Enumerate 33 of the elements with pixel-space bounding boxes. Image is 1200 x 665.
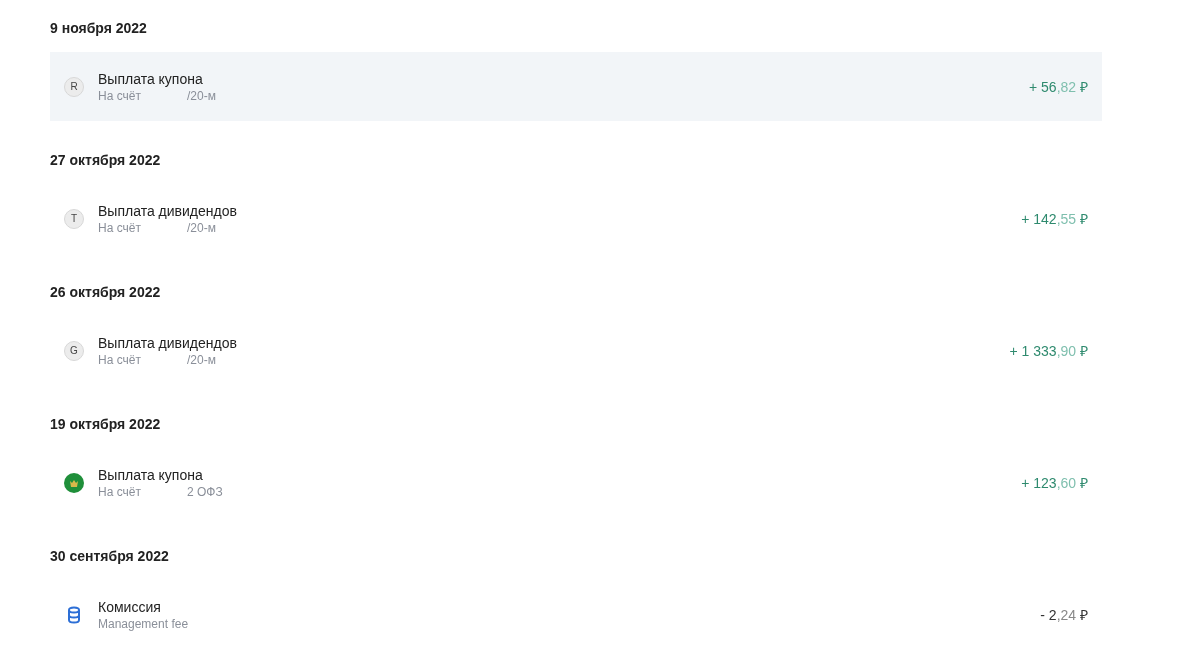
operation-row[interactable]: R Выплата купона На счёт /20-м + 56,82 ₽: [50, 52, 1102, 121]
account-label: /20-м: [186, 352, 216, 367]
operation-title: Комиссия: [98, 598, 162, 615]
operation-title: Выплата купона: [98, 70, 204, 87]
date-heading: 19 октября 2022: [50, 415, 162, 434]
avatar-letter: T: [64, 208, 84, 229]
amount: + 56,82 ₽: [1029, 78, 1088, 96]
account-label: На счёт: [98, 484, 141, 499]
amount: + 123,60 ₽: [1021, 474, 1088, 492]
account-label: /20-м: [186, 88, 216, 103]
amount: + 142,55 ₽: [1021, 210, 1088, 228]
amount: + 1 333,90 ₽: [1009, 342, 1088, 360]
avatar-letter: G: [64, 340, 84, 361]
date-heading: 27 октября 2022: [50, 151, 162, 170]
date-heading: 9 ноября 2022: [50, 19, 148, 38]
amount: - 2,24 ₽: [1040, 606, 1088, 624]
operation-title: Выплата дивидендов: [98, 334, 238, 351]
account-label: На счёт: [98, 220, 141, 235]
date-heading: 30 сентября 2022: [50, 547, 170, 566]
operation-row[interactable]: G Выплата дивидендов На счёт /20-м + 1 333,90 ₽: [50, 316, 1102, 385]
operation-title: Выплата купона: [98, 466, 204, 483]
operation-title: Выплата дивидендов: [98, 202, 238, 219]
operation-row[interactable]: Выплата купона На счёт 2 ОФЗ + 123,60 ₽: [50, 448, 1102, 517]
account-label: На счёт: [98, 352, 141, 367]
avatar-letter: R: [64, 76, 84, 97]
account-label: Management fee: [98, 616, 189, 631]
account-label: На счёт: [98, 88, 141, 103]
date-heading: 26 октября 2022: [50, 283, 162, 302]
emblem-icon: [64, 472, 84, 493]
operation-row[interactable]: Комиссия Management fee - 2,24 ₽: [50, 580, 1102, 649]
operation-row[interactable]: T Выплата дивидендов На счёт /20-м + 142,55 ₽: [50, 184, 1102, 253]
account-label: /20-м: [186, 220, 216, 235]
account-label: 2 ОФЗ: [186, 484, 223, 499]
